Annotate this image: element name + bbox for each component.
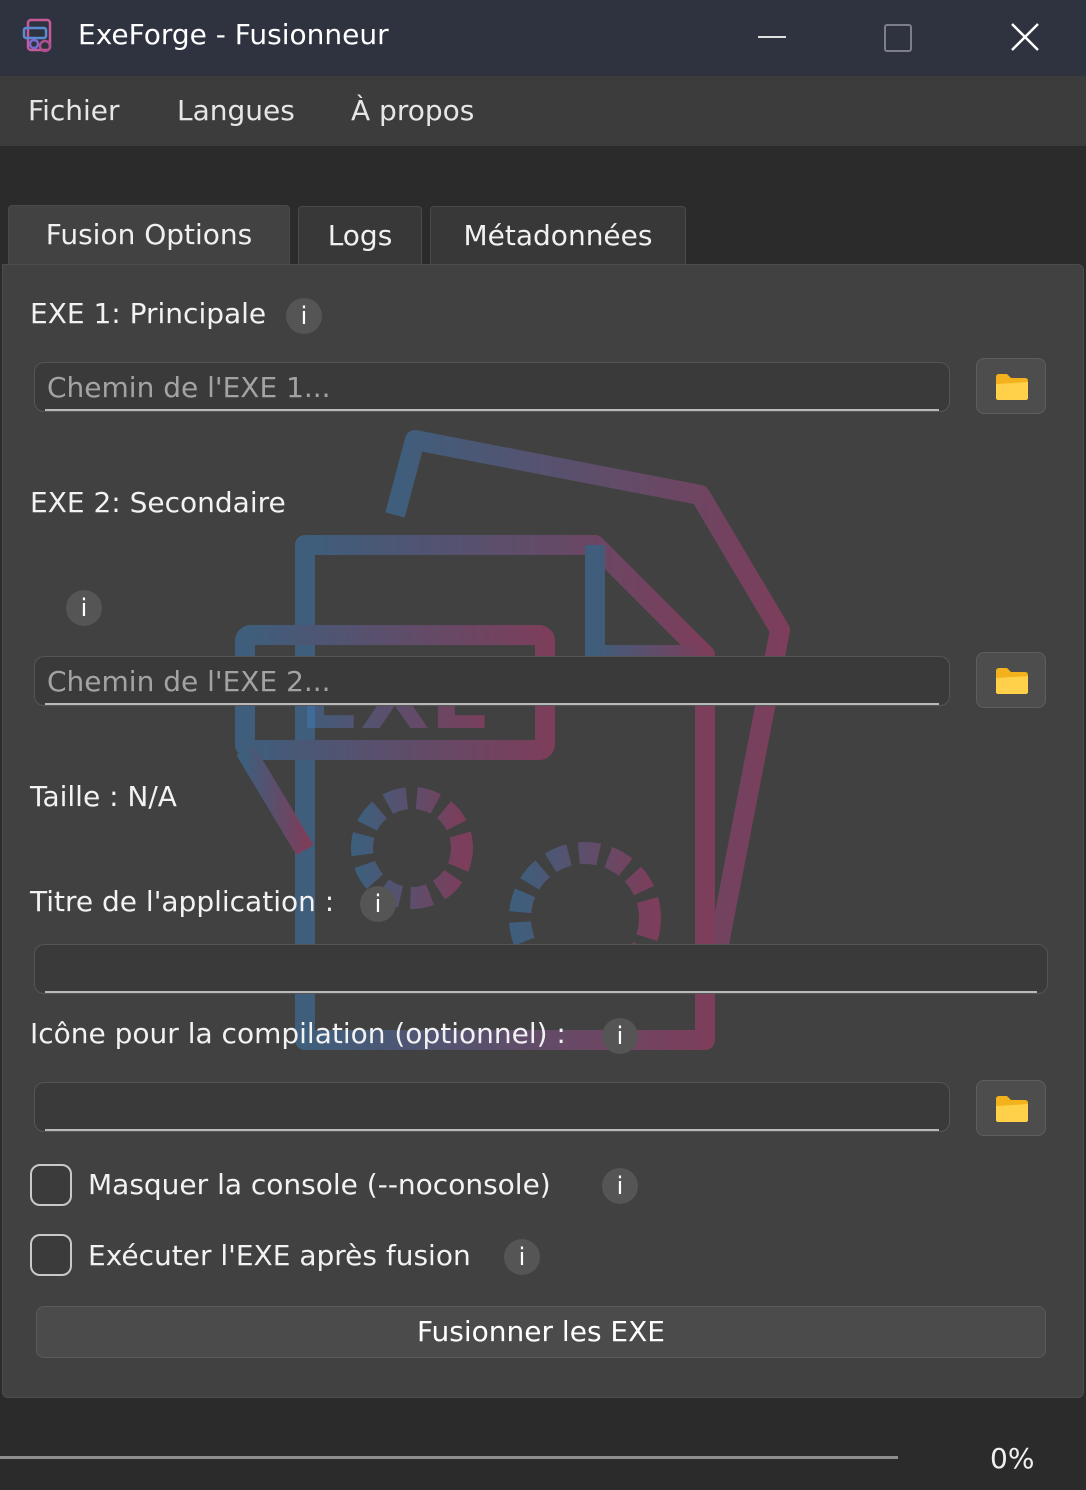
folder-icon — [996, 668, 1028, 694]
info-icon[interactable]: i — [286, 298, 322, 334]
exe1-browse-button[interactable] — [976, 358, 1046, 414]
close-button[interactable] — [965, 0, 1085, 76]
maximize-button[interactable] — [836, 0, 956, 76]
progress-bar — [0, 1456, 898, 1459]
run-after-checkbox[interactable] — [30, 1234, 72, 1276]
menu-languages[interactable]: Langues — [177, 94, 295, 127]
menu-about[interactable]: À propos — [351, 94, 474, 127]
window-title: ExeForge - Fusionneur — [78, 18, 389, 51]
hide-console-checkbox[interactable] — [30, 1164, 72, 1206]
tab-metadata[interactable]: Métadonnées — [430, 206, 686, 264]
menu-bar: Fichier Langues À propos — [0, 76, 1086, 146]
progress-text: 0% — [990, 1442, 1035, 1475]
app-title-label: Titre de l'application : — [30, 885, 335, 918]
exe2-path-input[interactable]: Chemin de l'EXE 2... — [34, 656, 950, 706]
exe2-label: EXE 2: Secondaire — [30, 486, 286, 519]
exe2-browse-button[interactable] — [976, 652, 1046, 708]
menu-file[interactable]: Fichier — [28, 94, 120, 127]
info-icon[interactable]: i — [602, 1018, 638, 1054]
hide-console-label: Masquer la console (--noconsole) — [88, 1168, 551, 1201]
close-icon — [1011, 23, 1039, 51]
info-icon[interactable]: i — [602, 1168, 638, 1204]
app-title-input[interactable] — [34, 944, 1048, 994]
tab-fusion-options[interactable]: Fusion Options — [8, 205, 290, 265]
size-label: Taille : N/A — [30, 780, 177, 813]
exe1-path-input[interactable]: Chemin de l'EXE 1... — [34, 362, 950, 412]
run-after-label: Exécuter l'EXE après fusion — [88, 1239, 471, 1272]
folder-icon — [996, 374, 1028, 400]
folder-icon — [996, 1096, 1028, 1122]
info-icon[interactable]: i — [360, 886, 396, 922]
info-icon[interactable]: i — [66, 590, 102, 626]
icon-browse-button[interactable] — [976, 1080, 1046, 1136]
app-logo-icon — [22, 18, 52, 53]
tab-logs[interactable]: Logs — [298, 206, 422, 264]
info-icon[interactable]: i — [504, 1239, 540, 1275]
icon-path-input[interactable] — [34, 1082, 950, 1132]
title-bar: ExeForge - Fusionneur — [0, 0, 1086, 76]
icon-label: Icône pour la compilation (optionnel) : — [30, 1017, 566, 1050]
exe1-label: EXE 1: Principale — [30, 297, 267, 330]
minimize-button[interactable] — [712, 0, 832, 76]
merge-button[interactable]: Fusionner les EXE — [36, 1306, 1046, 1358]
